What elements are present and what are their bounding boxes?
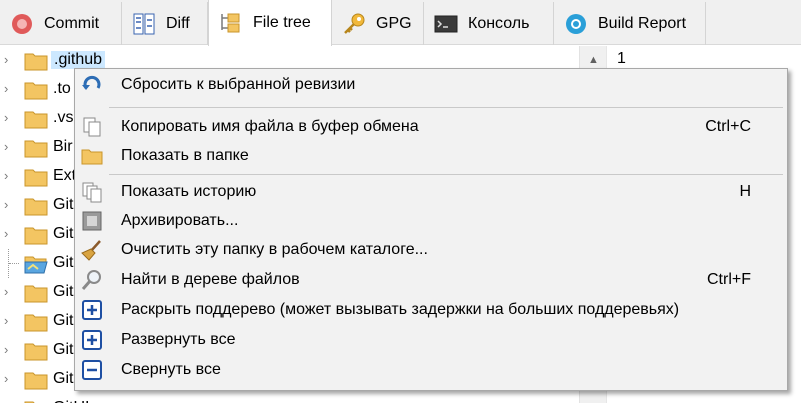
tree-row-label: Git — [53, 225, 74, 242]
tab-diff[interactable]: Diff — [122, 2, 208, 45]
tree-row-label: Git — [53, 370, 74, 387]
menu-item-copy-filename[interactable]: Копировать имя файла в буфер обмена Ctrl… — [77, 112, 785, 141]
chevron-right-icon[interactable]: › — [4, 140, 14, 154]
menu-item-shortcut: Ctrl+F — [707, 271, 751, 288]
broom-icon — [81, 239, 103, 261]
chevron-right-icon[interactable]: › — [4, 343, 14, 357]
menu-item-archive[interactable]: Архивировать... — [77, 206, 785, 235]
tree-row-label: Git — [53, 312, 74, 329]
chevron-right-icon[interactable]: › — [4, 169, 14, 183]
menu-item-label: Развернуть все — [121, 331, 236, 348]
scroll-up-icon[interactable]: ▲ — [588, 54, 599, 66]
menu-item-label: Архивировать... — [121, 212, 239, 229]
menu-item-show-in-folder[interactable]: Показать в папке — [77, 141, 785, 170]
folder-icon — [24, 167, 48, 187]
tab-label: File tree — [253, 14, 311, 31]
folder-icon — [24, 138, 48, 158]
chevron-right-icon[interactable]: › — [4, 198, 14, 212]
menu-item-label: Очистить эту папку в рабочем каталоге... — [121, 241, 428, 258]
history-icon — [81, 181, 103, 203]
folder-icon — [24, 312, 48, 332]
folder-icon — [24, 109, 48, 129]
tree-row-label: .github — [51, 51, 106, 69]
tab-bar: Commit Diff File tree GPG Консоль Build … — [0, 0, 801, 46]
commit-icon — [10, 12, 34, 36]
menu-item-collapse-all[interactable]: Свернуть все — [77, 355, 785, 384]
context-menu: Сбросить к выбранной ревизии Копировать … — [74, 68, 788, 391]
magnifier-icon — [81, 269, 103, 291]
line-number: 1 — [617, 50, 626, 67]
chevron-right-icon[interactable]: › — [4, 314, 14, 328]
plus-box-icon — [81, 329, 103, 351]
tree-row-label: GitUI — [53, 399, 89, 403]
tree-row-label: Git — [53, 341, 74, 358]
tree-row-label: Bir — [53, 138, 73, 155]
menu-separator — [109, 174, 783, 175]
tree-row-label: .vs — [53, 109, 74, 126]
chevron-right-icon[interactable]: › — [4, 227, 14, 241]
tree-row-label: Git — [53, 254, 74, 271]
chevron-right-icon[interactable]: › — [4, 372, 14, 386]
chevron-right-icon[interactable]: › — [4, 82, 14, 96]
menu-separator — [109, 107, 783, 108]
file-tree-icon — [219, 11, 243, 35]
menu-item-label: Копировать имя файла в буфер обмена — [121, 118, 419, 135]
menu-item-label: Сбросить к выбранной ревизии — [121, 76, 356, 93]
key-icon — [342, 12, 366, 36]
console-icon — [434, 12, 458, 36]
tab-console[interactable]: Консоль — [424, 2, 554, 45]
menu-item-label: Свернуть все — [121, 361, 221, 378]
menu-item-shortcut: Ctrl+C — [705, 118, 751, 135]
chevron-right-icon[interactable]: › — [4, 53, 14, 67]
menu-item-expand-subtree[interactable]: Раскрыть поддерево (может вызывать задер… — [77, 295, 785, 324]
folder-icon — [24, 283, 48, 303]
build-report-icon — [564, 12, 588, 36]
tab-label: GPG — [376, 14, 412, 32]
menu-item-label: Показать историю — [121, 183, 257, 200]
menu-item-reset-to-revision[interactable]: Сбросить к выбранной ревизии — [77, 70, 785, 99]
menu-item-find-in-tree[interactable]: Найти в дереве файлов Ctrl+F — [77, 265, 785, 294]
tree-connector — [8, 249, 23, 278]
tree-row[interactable]: ›GitUI — [0, 394, 585, 403]
tree-row-label: .to — [53, 80, 71, 97]
menu-item-label: Раскрыть поддерево (может вызывать задер… — [121, 301, 680, 318]
tree-row-label: Git — [53, 196, 74, 213]
archive-icon — [81, 210, 103, 232]
menu-item-expand-all[interactable]: Развернуть все — [77, 325, 785, 354]
tab-file-tree[interactable]: File tree — [208, 0, 332, 46]
tab-commit[interactable]: Commit — [0, 2, 122, 45]
menu-item-clean-folder[interactable]: Очистить эту папку в рабочем каталоге... — [77, 235, 785, 264]
chevron-right-icon[interactable]: › — [4, 285, 14, 299]
tree-row-label: Git — [53, 283, 74, 300]
copy-icon — [81, 116, 103, 138]
folder-icon — [24, 341, 48, 361]
tab-label: Commit — [44, 14, 100, 32]
menu-item-show-history[interactable]: Показать историю H — [77, 177, 785, 206]
diff-icon — [132, 12, 156, 36]
tab-gpg[interactable]: GPG — [332, 2, 424, 45]
menu-item-label: Показать в папке — [121, 147, 249, 164]
folder-icon — [24, 51, 48, 71]
folder-icon — [24, 196, 48, 216]
minus-box-icon — [81, 359, 103, 381]
folder-icon — [24, 225, 48, 245]
reset-icon — [81, 74, 103, 96]
folder-icon — [81, 145, 103, 167]
menu-item-shortcut: H — [739, 183, 751, 200]
folder-open-icon — [24, 254, 48, 274]
menu-item-label: Найти в дереве файлов — [121, 271, 300, 288]
tree-row-label: Ext — [53, 167, 77, 184]
chevron-right-icon[interactable]: › — [4, 111, 14, 125]
tab-build-report[interactable]: Build Report — [554, 2, 706, 45]
plus-box-icon — [81, 299, 103, 321]
tab-label: Diff — [166, 14, 190, 32]
tab-label: Консоль — [468, 14, 530, 32]
folder-icon — [24, 80, 48, 100]
folder-icon — [24, 399, 48, 403]
tab-label: Build Report — [598, 14, 687, 32]
folder-icon — [24, 370, 48, 390]
